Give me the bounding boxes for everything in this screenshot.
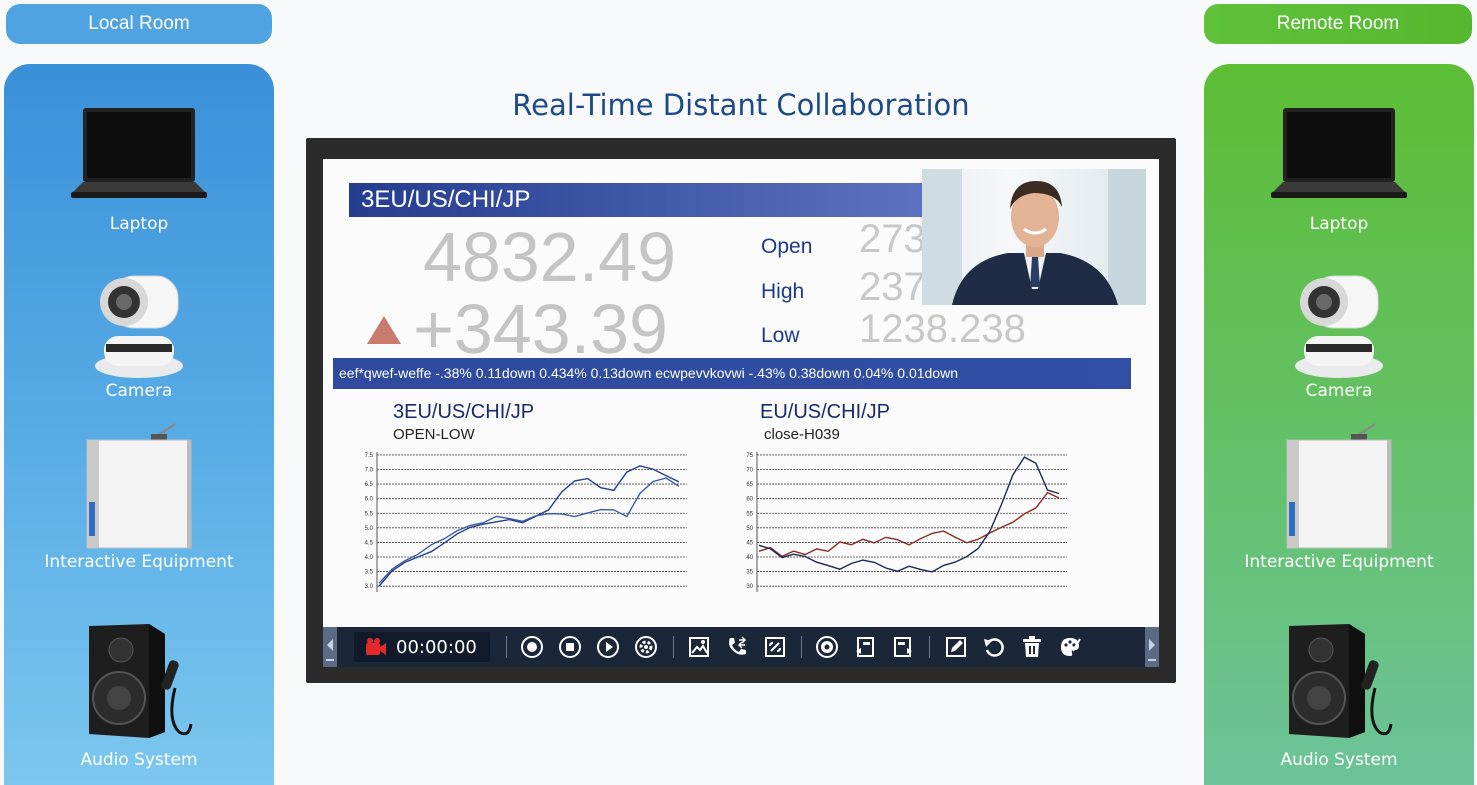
price-value: 4832.49 xyxy=(423,218,677,296)
laptop-icon xyxy=(71,108,207,198)
camera-icon xyxy=(95,275,183,378)
toolbar-divider xyxy=(801,636,802,658)
ppt-prev-icon[interactable] xyxy=(853,635,877,659)
annotation-toolbar: 00:00:00 xyxy=(323,627,1159,667)
page-title: Real-Time Distant Collaboration xyxy=(512,88,970,122)
right-chart-title: EU/US/CHI/JP xyxy=(760,401,891,423)
y-tick-label: 40 xyxy=(746,555,753,561)
device-label: Camera xyxy=(1305,381,1373,401)
toolbar-divider xyxy=(506,636,507,658)
record-icon[interactable] xyxy=(520,635,544,659)
y-tick-label: 75 xyxy=(746,453,753,459)
y-tick-label: 65 xyxy=(746,482,753,488)
device-label: Audio System xyxy=(1280,750,1398,770)
y-tick-label: 3.5 xyxy=(365,570,374,576)
camera-shutter-icon[interactable] xyxy=(815,635,839,659)
left-chart-title: 3EU/US/CHI/JP xyxy=(393,401,535,423)
stop-icon[interactable] xyxy=(558,635,582,659)
y-tick-label: 7.5 xyxy=(365,453,374,459)
up-arrow-icon xyxy=(367,316,401,344)
local-interactive-equipment: Interactive Equipment xyxy=(4,422,274,572)
undo-icon[interactable] xyxy=(982,635,1006,659)
stat-low-label: Low xyxy=(761,324,800,347)
local-camera: Camera xyxy=(4,266,274,401)
device-label: Interactive Equipment xyxy=(1244,552,1434,572)
display-frame: 3EU/US/CHI/JP 4832.49 +343.39 Open High … xyxy=(306,138,1176,683)
series-line xyxy=(758,491,1060,558)
unlink-icon[interactable] xyxy=(763,635,787,659)
remote-room-panel: Laptop Camera Interactive Equipment Audi… xyxy=(1204,64,1474,785)
whiteboard-icon xyxy=(1286,423,1392,549)
pen-icon[interactable] xyxy=(944,635,968,659)
remote-audio-system: Audio System xyxy=(1204,620,1474,770)
person-video-icon xyxy=(922,169,1146,305)
palette-icon[interactable] xyxy=(1058,635,1082,659)
ppt-next-icon[interactable] xyxy=(891,635,915,659)
toolbar-right-arrow[interactable] xyxy=(1145,627,1159,667)
y-tick-label: 70 xyxy=(746,468,753,474)
device-label: Camera xyxy=(105,381,173,401)
remote-camera: Camera xyxy=(1204,266,1474,401)
toolbar-divider xyxy=(929,636,930,658)
y-tick-label: 30 xyxy=(746,584,753,590)
toolbar-divider xyxy=(673,636,674,658)
whiteboard-icon xyxy=(86,423,192,549)
left-chart-subtitle: OPEN-LOW xyxy=(393,426,475,443)
y-tick-label: 5.0 xyxy=(365,526,374,532)
chevron-left-icon xyxy=(326,639,334,661)
device-label: Audio System xyxy=(80,750,198,770)
settings-icon[interactable] xyxy=(634,635,658,659)
y-tick-label: 55 xyxy=(746,511,753,517)
stat-high-value: 237 xyxy=(859,265,926,309)
series-line xyxy=(378,477,680,584)
device-label: Laptop xyxy=(109,214,169,234)
local-room-label: Local Room xyxy=(6,4,272,44)
y-tick-label: 60 xyxy=(746,497,753,503)
remote-room-label: Remote Room xyxy=(1204,4,1472,44)
display-screen: 3EU/US/CHI/JP 4832.49 +343.39 Open High … xyxy=(323,159,1159,627)
y-tick-label: 7.0 xyxy=(365,468,374,474)
video-feed[interactable] xyxy=(922,169,1146,305)
y-tick-label: 4.5 xyxy=(365,540,374,546)
record-camera-icon xyxy=(366,638,386,655)
device-label: Laptop xyxy=(1309,214,1369,234)
stat-open-value: 273 xyxy=(859,217,926,261)
local-laptop: Laptop xyxy=(4,104,274,234)
right-chart-subtitle: close-H039 xyxy=(764,426,840,443)
y-tick-label: 4.0 xyxy=(365,555,374,561)
laptop-icon xyxy=(1271,108,1407,198)
ticker-marquee: eef*qwef-weffe -.38% 0.11down 0.434% 0.1… xyxy=(333,358,1131,389)
stat-low-value: 1238.238 xyxy=(859,307,1026,351)
stat-open-label: Open xyxy=(761,235,813,258)
y-tick-label: 35 xyxy=(746,570,753,576)
y-tick-label: 6.5 xyxy=(365,482,374,488)
y-tick-label: 6.0 xyxy=(365,497,374,503)
speaker-icon xyxy=(89,624,193,738)
device-label: Interactive Equipment xyxy=(44,552,234,572)
y-tick-label: 3.0 xyxy=(365,584,374,590)
y-tick-label: 45 xyxy=(746,540,753,546)
remote-laptop: Laptop xyxy=(1204,104,1474,234)
local-room-panel: Laptop Camera Interactive Equipment Audi… xyxy=(4,64,274,785)
recording-timer: 00:00:00 xyxy=(354,632,490,662)
remote-interactive-equipment: Interactive Equipment xyxy=(1204,422,1474,572)
play-icon[interactable] xyxy=(596,635,620,659)
trash-icon[interactable] xyxy=(1020,635,1044,659)
stat-high-label: High xyxy=(761,280,805,303)
right-line-chart: 30 35 40 45 50 55 60 65 70 75 xyxy=(746,452,1067,592)
camera-icon xyxy=(1295,275,1383,378)
left-line-chart: 3.0 3.5 4.0 4.5 5.0 5.5 6.0 6.5 7.0 7.5 xyxy=(365,452,687,592)
chevron-right-icon xyxy=(1148,639,1156,661)
call-transfer-icon[interactable] xyxy=(725,635,749,659)
y-tick-label: 50 xyxy=(746,526,753,532)
toolbar-left-arrow[interactable] xyxy=(323,627,337,667)
timer-value: 00:00:00 xyxy=(396,636,477,658)
ticker-title: 3EU/US/CHI/JP xyxy=(349,183,925,217)
change-value: +343.39 xyxy=(413,290,668,368)
y-tick-label: 5.5 xyxy=(365,511,374,517)
speaker-icon xyxy=(1289,624,1393,738)
image-icon[interactable] xyxy=(687,635,711,659)
local-audio-system: Audio System xyxy=(4,620,274,770)
